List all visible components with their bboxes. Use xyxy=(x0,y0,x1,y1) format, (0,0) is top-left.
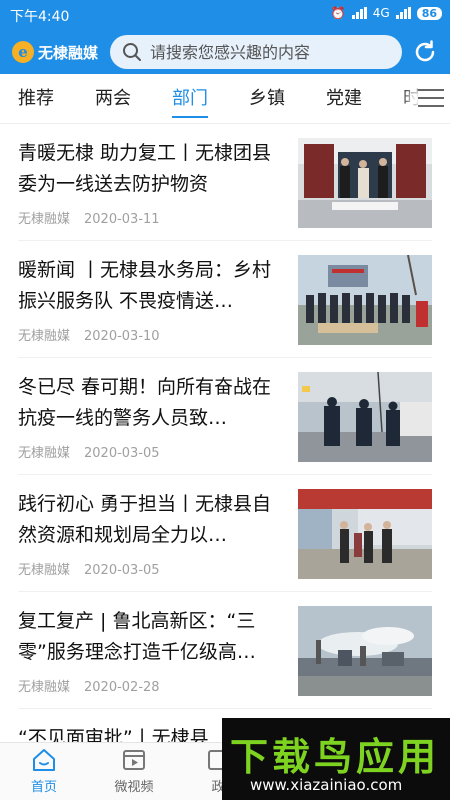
article-date: 2020-03-11 xyxy=(84,212,160,227)
article-date: 2020-02-28 xyxy=(84,680,160,695)
alarm-icon: ⏰ xyxy=(330,6,346,20)
logo-icon: e xyxy=(12,41,34,63)
article-meta: 无棣融媒 2020-02-28 xyxy=(18,676,160,695)
article-title: 践行初心 勇于担当丨无棣县自然资源和规划局全力以… xyxy=(18,493,272,546)
network-label: 4G xyxy=(372,6,390,20)
search-bar[interactable] xyxy=(110,35,402,69)
article-thumbnail xyxy=(298,138,432,228)
article-meta: 无棣融媒 2020-03-05 xyxy=(18,442,160,461)
list-item[interactable]: 青暖无棣 助力复工丨无棣团县委为一线送去防护物资 无棣融媒 2020-03-11 xyxy=(18,124,432,241)
article-title: 青暖无棣 助力复工丨无棣团县委为一线送去防护物资 xyxy=(18,142,272,195)
nav-label: 微视频 xyxy=(114,780,154,795)
refresh-icon[interactable] xyxy=(412,39,438,65)
article-source: 无棣融媒 xyxy=(18,446,71,461)
list-item[interactable]: 践行初心 勇于担当丨无棣县自然资源和规划局全力以… 无棣融媒 2020-03-05 xyxy=(18,475,432,592)
tab-party[interactable]: 党建 xyxy=(326,74,362,124)
watermark-logo: 下载鸟应用 www.xiazainiao.com xyxy=(222,718,450,800)
battery-level: 86 xyxy=(416,6,442,20)
article-source: 无棣融媒 xyxy=(18,563,71,578)
article-meta: 无棣融媒 2020-03-10 xyxy=(18,325,160,344)
category-tabs: 推荐 两会 部门 乡镇 党建 时 xyxy=(0,74,450,124)
search-icon xyxy=(123,43,141,61)
article-title: 暖新闻 丨无棣县水务局：乡村振兴服务队 不畏疫情送… xyxy=(18,259,272,312)
status-bar: 下午4:40 ⏰ 4G 86 xyxy=(0,0,450,30)
signal-icon-2 xyxy=(395,7,411,19)
tab-towns[interactable]: 乡镇 xyxy=(249,74,285,124)
article-title: 冬已尽 春可期！向所有奋战在抗疫一线的警务人员致… xyxy=(18,376,272,429)
article-source: 无棣融媒 xyxy=(18,680,71,695)
app-header: e 无棣融媒 xyxy=(0,30,450,74)
tab-recommend[interactable]: 推荐 xyxy=(18,74,54,124)
article-date: 2020-03-10 xyxy=(84,329,160,344)
nav-video[interactable]: 微视频 xyxy=(104,747,164,795)
menu-icon[interactable] xyxy=(418,89,444,109)
article-source: 无棣融媒 xyxy=(18,212,71,227)
list-item[interactable]: 暖新闻 丨无棣县水务局：乡村振兴服务队 不畏疫情送… 无棣融媒 2020-03-1… xyxy=(18,241,432,358)
video-icon xyxy=(123,750,145,770)
article-thumbnail xyxy=(298,372,432,462)
nav-home[interactable]: 首页 xyxy=(14,747,74,795)
nav-label: 首页 xyxy=(30,780,57,795)
list-item[interactable]: 冬已尽 春可期！向所有奋战在抗疫一线的警务人员致… 无棣融媒 2020-03-05 xyxy=(18,358,432,475)
list-item[interactable]: 复工复产 | 鲁北高新区：“三零”服务理念打造千亿级高… 无棣融媒 2020-02… xyxy=(18,592,432,709)
app-name: 无棣融媒 xyxy=(38,43,99,62)
article-thumbnail xyxy=(298,489,432,579)
status-time: 下午4:40 xyxy=(10,9,70,25)
home-icon xyxy=(33,749,55,771)
article-source: 无棣融媒 xyxy=(18,329,71,344)
article-title: 复工复产 | 鲁北高新区：“三零”服务理念打造千亿级高… xyxy=(18,610,256,663)
watermark-text: 下载鸟应用 xyxy=(230,735,441,779)
article-thumbnail xyxy=(298,606,432,696)
article-date: 2020-03-05 xyxy=(84,563,160,578)
app-logo[interactable]: e 无棣融媒 xyxy=(12,41,98,63)
watermark-url: www.xiazainiao.com xyxy=(250,776,403,794)
article-meta: 无棣融媒 2020-03-05 xyxy=(18,559,160,578)
article-list: 青暖无棣 助力复工丨无棣团县委为一线送去防护物资 无棣融媒 2020-03-11 … xyxy=(0,124,450,800)
status-icons: ⏰ 4G 86 xyxy=(331,6,442,20)
article-thumbnail xyxy=(298,255,432,345)
search-input[interactable] xyxy=(150,42,390,62)
tab-two-sessions[interactable]: 两会 xyxy=(95,74,131,124)
article-meta: 无棣融媒 2020-03-11 xyxy=(18,208,160,227)
signal-icon xyxy=(351,7,367,19)
tab-departments[interactable]: 部门 xyxy=(172,74,208,124)
article-date: 2020-03-05 xyxy=(84,446,160,461)
